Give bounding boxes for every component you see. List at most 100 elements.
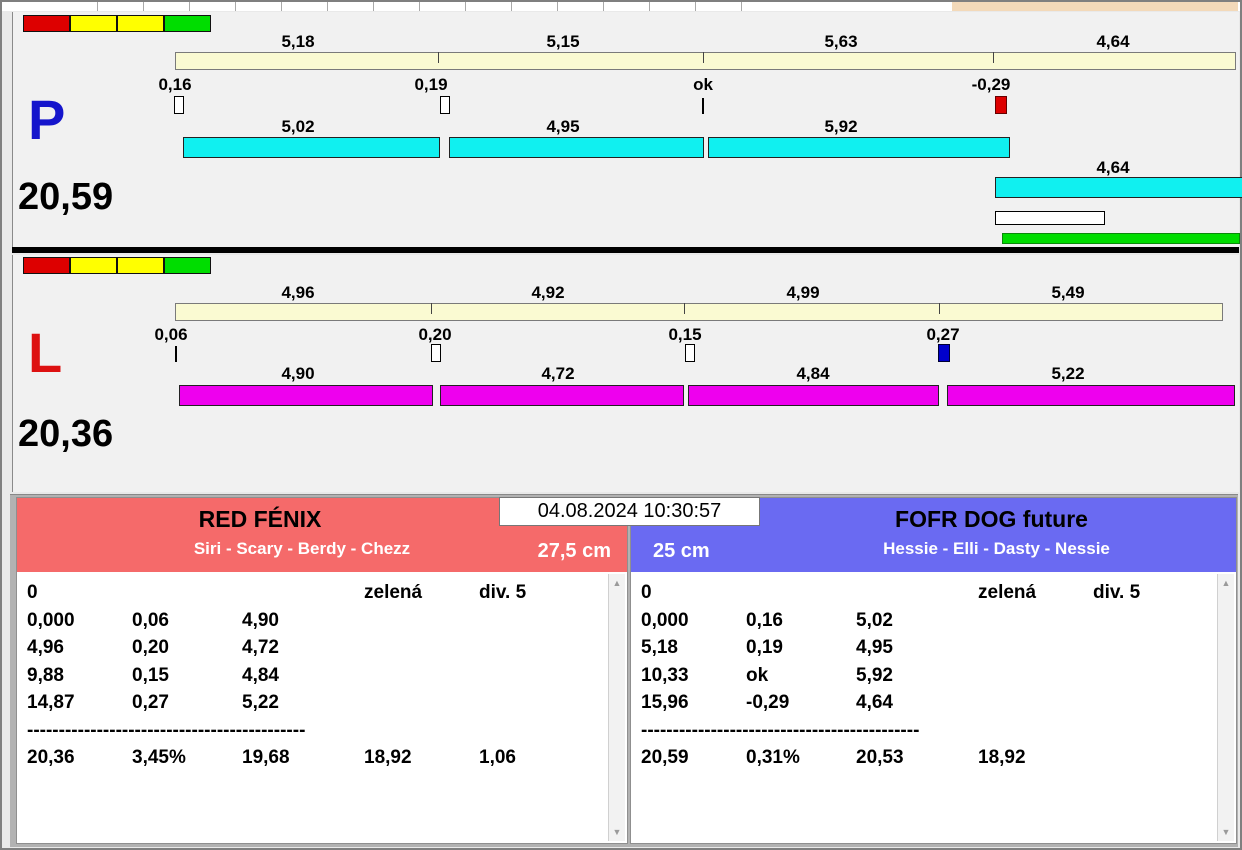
run-time-label: 4,72 — [541, 364, 575, 383]
result-cell: 20,59 — [641, 747, 689, 768]
team-right-scrollbar[interactable]: ▲ ▼ — [1217, 574, 1234, 841]
change-time-label: 0,16 — [158, 75, 192, 94]
status-light-yellow-icon — [117, 257, 164, 274]
status-light-green-icon — [164, 257, 211, 274]
app-window: 5,18 5,15 5,63 4,64 0,16 0,19 ok -0,29 5… — [0, 0, 1242, 850]
segment-time-label: 5,15 — [546, 32, 580, 51]
segment-time-label: 4,64 — [1096, 32, 1130, 51]
result-row: 4,96 0,20 4,72 — [27, 634, 627, 662]
result-header-row: 0 zelená div. 5 — [27, 579, 627, 607]
status-light-yellow-icon — [70, 257, 117, 274]
result-cell: 0,000 — [641, 609, 689, 631]
result-cell: 20,53 — [856, 747, 904, 768]
change-marker-white — [174, 96, 184, 114]
result-cell: 15,96 — [641, 692, 689, 713]
run-bar — [440, 385, 684, 406]
result-cell: 20,36 — [27, 747, 75, 768]
change-marker-ok — [702, 98, 704, 114]
change-time-label: 0,19 — [414, 75, 448, 94]
run-bar — [449, 137, 704, 158]
result-cell: 4,64 — [856, 692, 893, 713]
top-strip-tick — [373, 2, 374, 11]
lane-p-letter: P — [28, 88, 66, 151]
team-right-results-text: 0 zelená div. 5 0,000 0,16 5,02 5,18 0,19 4,95… — [631, 572, 1236, 843]
result-cell: 19,68 — [242, 747, 290, 768]
scroll-up-icon[interactable]: ▲ — [609, 575, 625, 591]
status-light-red-icon — [23, 15, 70, 32]
top-strip-tick — [465, 2, 466, 11]
run-bar — [995, 177, 1242, 198]
result-cell: 0,06 — [132, 609, 169, 631]
lane-l-letter: L — [28, 321, 63, 384]
result-cell: zelená — [364, 582, 423, 603]
run-time-label: 4,95 — [546, 117, 580, 136]
change-marker-line — [175, 346, 177, 362]
top-strip-tick — [741, 2, 742, 11]
result-cell: 5,22 — [242, 692, 279, 713]
team-right-hurdle-height: 25 cm — [653, 540, 710, 562]
summary-row: 20,59 0,31% 20,53 18,92 — [641, 744, 1236, 772]
top-strip-tick — [143, 2, 144, 11]
result-cell: 4,95 — [856, 637, 893, 658]
run-bar — [688, 385, 939, 406]
result-cell: 0,000 — [27, 609, 75, 631]
result-cell: 0,27 — [132, 692, 169, 713]
result-cell: div. 5 — [479, 582, 527, 603]
run-bar — [179, 385, 433, 406]
status-light-yellow-icon — [117, 15, 164, 32]
result-cell: zelená — [978, 582, 1037, 603]
segment-time-label: 4,92 — [531, 283, 565, 302]
status-light-red-icon — [23, 257, 70, 274]
progress-bar-green — [1002, 233, 1240, 244]
result-row: 15,96 -0,29 4,64 — [641, 689, 1236, 717]
result-row: 0,000 0,16 5,02 — [641, 607, 1236, 635]
results-area: RED FÉNIX Siri - Scary - Berdy - Chezz 2… — [10, 494, 1238, 847]
top-strip — [2, 2, 1240, 11]
team-left-results-text: 0 zelená div. 5 0,000 0,06 4,90 4,96 0,20 4,72… — [17, 572, 627, 843]
change-time-label: 0,06 — [154, 325, 188, 344]
result-cell: -0,29 — [746, 692, 790, 713]
result-cell: 0,15 — [132, 664, 169, 686]
run-time-label: 4,84 — [796, 364, 830, 383]
datetime-display: 04.08.2024 10:30:57 — [499, 497, 760, 526]
status-light-yellow-icon — [70, 15, 117, 32]
top-strip-tick — [603, 2, 604, 11]
status-light-green-icon — [164, 15, 211, 32]
result-cell: 4,72 — [242, 637, 279, 658]
team-right-dogs: Hessie - Elli - Dasty - Nessie — [883, 539, 1110, 558]
result-cell: 14,87 — [27, 692, 75, 713]
segment-bar — [175, 52, 1236, 70]
change-marker-white — [440, 96, 450, 114]
result-row: 10,33 ok 5,92 — [641, 662, 1236, 690]
result-row: 0,000 0,06 4,90 — [27, 607, 627, 635]
summary-row: 20,36 3,45% 19,68 18,92 1,06 — [27, 744, 627, 772]
top-strip-tick — [281, 2, 282, 11]
top-strip-tick — [419, 2, 420, 11]
segment-divider-tick — [939, 303, 940, 314]
change-marker-blue — [938, 344, 950, 362]
segment-time-label: 5,18 — [281, 32, 315, 51]
result-cell: 0,20 — [132, 637, 169, 658]
change-time-label: 0,20 — [418, 325, 452, 344]
lane-l-section: 4,96 4,92 4,99 5,49 0,06 0,20 0,15 0,27 … — [12, 255, 1239, 492]
result-row: 9,88 0,15 4,84 — [27, 662, 627, 690]
segment-time-label: 4,99 — [786, 283, 820, 302]
result-cell: ok — [746, 664, 769, 686]
team-left-scrollbar[interactable]: ▲ ▼ — [608, 574, 625, 841]
top-strip-tick — [557, 2, 558, 11]
scroll-down-icon[interactable]: ▼ — [1218, 824, 1234, 840]
result-cell: 4,84 — [242, 664, 279, 686]
team-right-panel: FOFR DOG future Hessie - Elli - Dasty - … — [630, 497, 1237, 844]
scroll-up-icon[interactable]: ▲ — [1218, 575, 1234, 591]
top-strip-tick — [235, 2, 236, 11]
run-time-label: 4,90 — [281, 364, 315, 383]
scroll-down-icon[interactable]: ▼ — [609, 824, 625, 840]
segment-divider-tick — [703, 52, 704, 63]
team-left-hurdle-height: 27,5 cm — [537, 540, 611, 562]
segment-divider-tick — [431, 303, 432, 314]
separator-row: ----------------------------------------… — [641, 719, 920, 741]
result-cell: 0,19 — [746, 637, 783, 658]
top-strip-tick — [327, 2, 328, 11]
result-cell: 10,33 — [641, 664, 689, 686]
change-marker-white — [431, 344, 441, 362]
